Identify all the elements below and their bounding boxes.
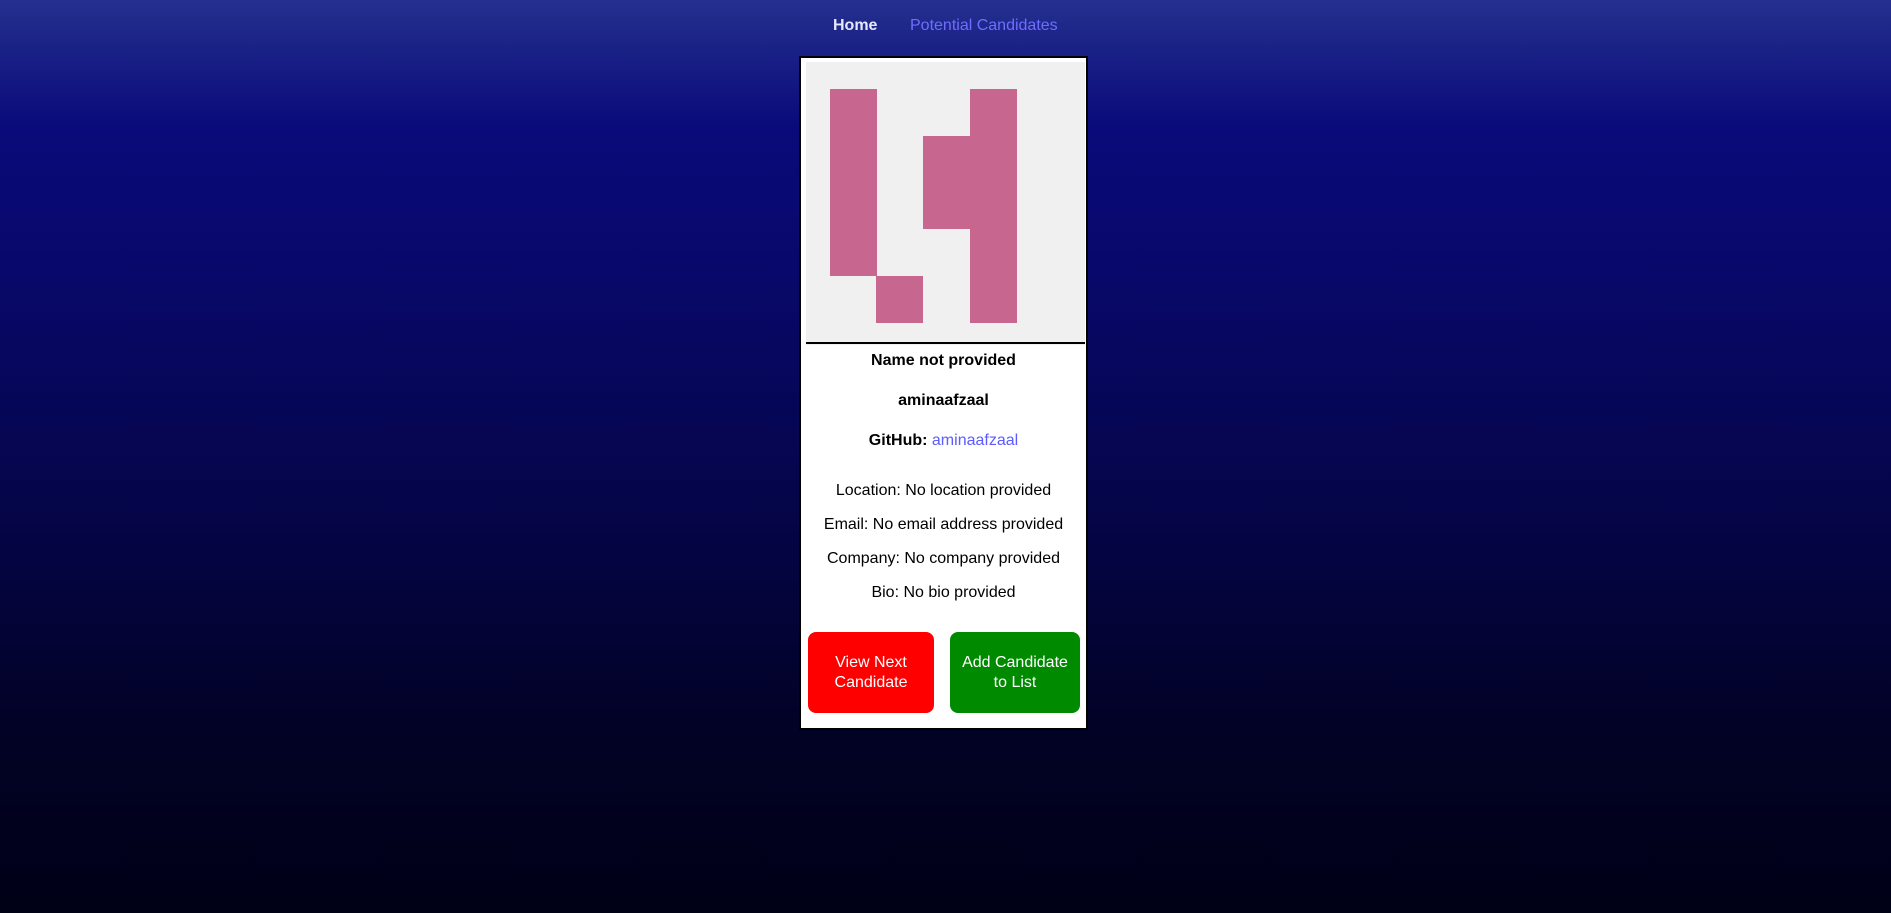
top-nav: Home Potential Candidates bbox=[0, 17, 1891, 39]
identicon-block bbox=[970, 89, 1017, 136]
identicon-block bbox=[970, 136, 1017, 276]
candidate-name: Name not provided bbox=[871, 352, 1016, 369]
candidate-card: Name not provided aminaafzaal GitHub: am… bbox=[799, 56, 1088, 730]
identicon-block bbox=[830, 136, 877, 276]
github-row: GitHub: aminaafzaal bbox=[801, 432, 1086, 450]
add-candidate-button[interactable]: Add Candidate to List bbox=[950, 632, 1080, 713]
identicon-block bbox=[830, 89, 877, 136]
github-link[interactable]: aminaafzaal bbox=[932, 432, 1018, 449]
candidate-username: aminaafzaal bbox=[898, 392, 989, 409]
company-text: Company: No company provided bbox=[826, 550, 1060, 567]
nav-home-link[interactable]: Home bbox=[833, 17, 877, 35]
identicon-block bbox=[876, 276, 923, 323]
identicon-block bbox=[970, 276, 1017, 323]
nav-potential-candidates-link[interactable]: Potential Candidates bbox=[910, 17, 1058, 35]
location-text: Location: No location provided bbox=[835, 482, 1052, 499]
email-text: Email: No email address provided bbox=[823, 516, 1064, 533]
divider bbox=[806, 342, 1085, 344]
avatar bbox=[806, 62, 1085, 345]
view-next-candidate-button[interactable]: View Next Candidate bbox=[808, 632, 934, 713]
bio-text: Bio: No bio provided bbox=[871, 584, 1016, 601]
identicon-block bbox=[923, 136, 970, 229]
identicon-icon bbox=[830, 89, 1017, 323]
github-label: GitHub: bbox=[868, 432, 928, 449]
